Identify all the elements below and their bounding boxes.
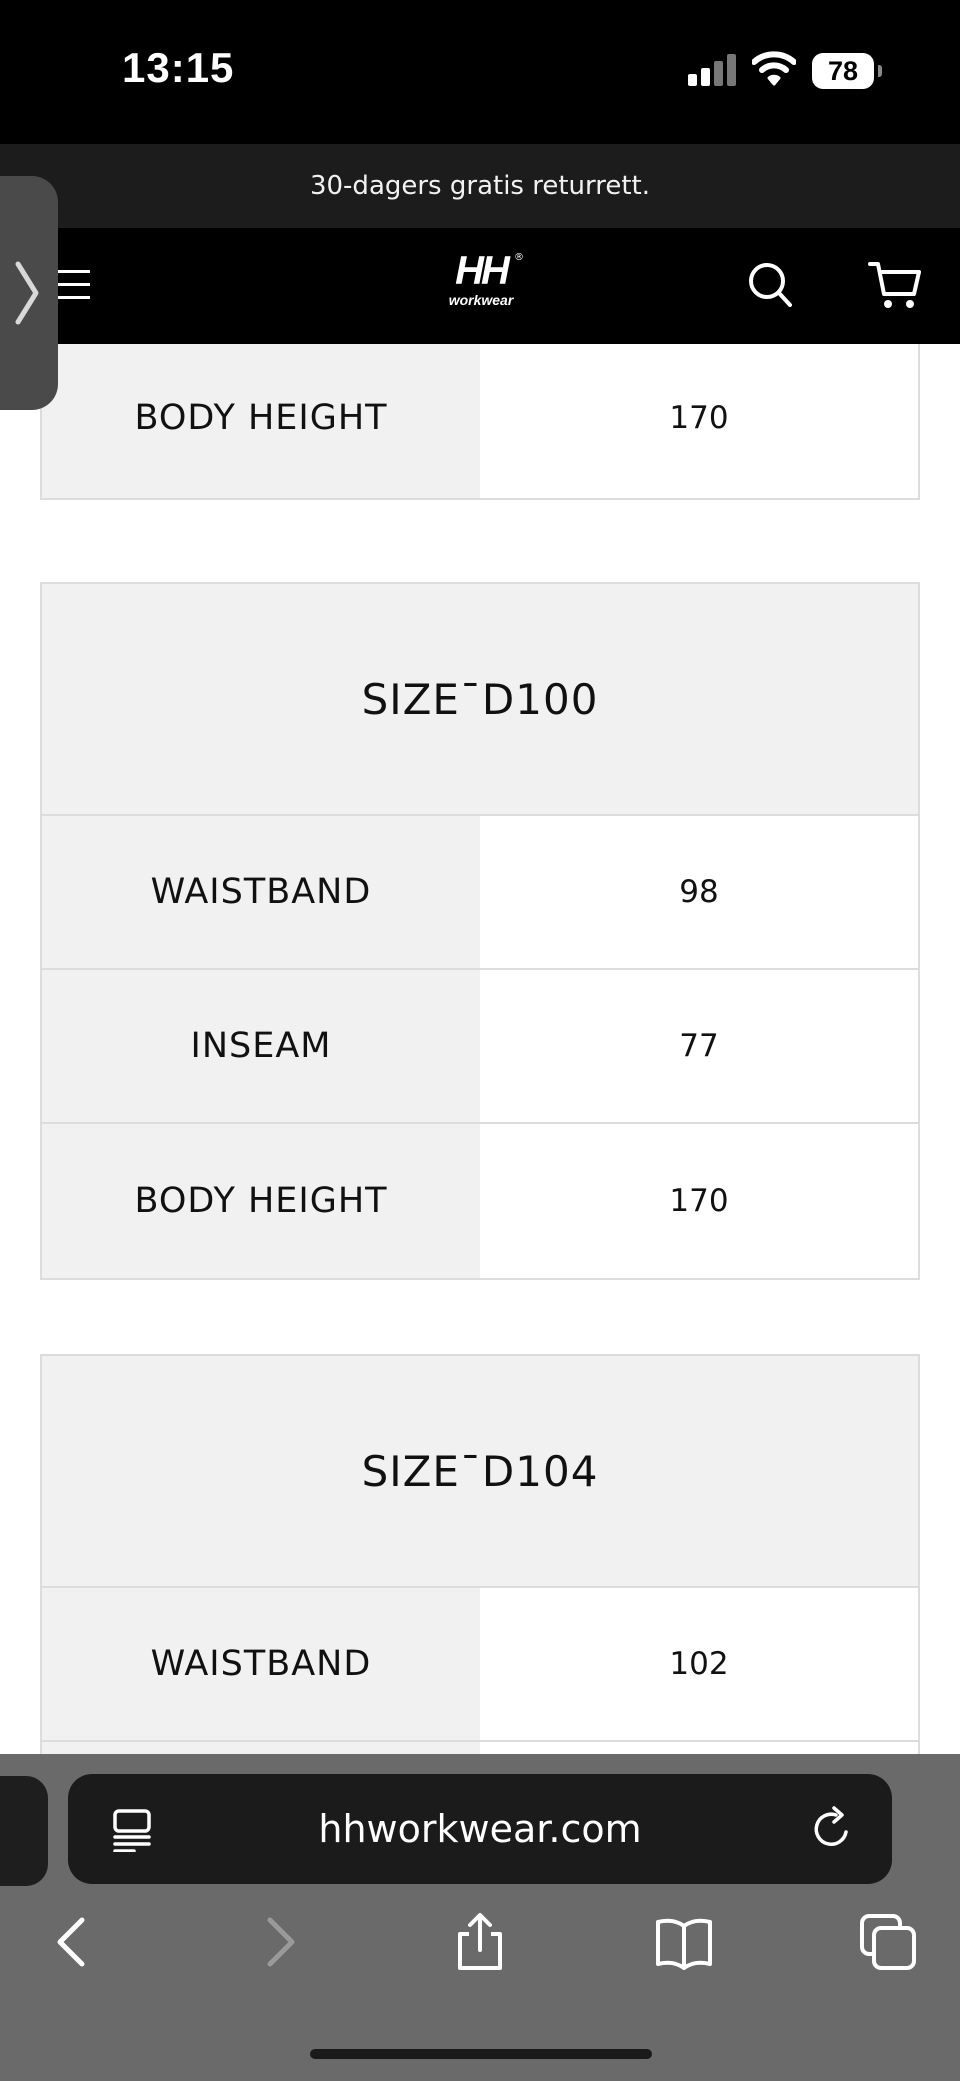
row-label: INSEAM (42, 970, 480, 1122)
row-label: WAISTBAND (42, 1588, 480, 1740)
home-indicator[interactable] (310, 2049, 652, 2059)
chevron-right-icon (15, 261, 39, 325)
status-time: 13:15 (122, 44, 235, 91)
site-header: HH workwear ® (0, 228, 960, 344)
row-value: 102 (480, 1588, 918, 1740)
browser-toolbar: hhworkwear.com (0, 1754, 960, 2081)
side-drawer-handle[interactable] (0, 176, 58, 410)
row-value: 98 (480, 816, 918, 968)
status-bar: 13:15 78 (0, 0, 960, 144)
size-title: SIZE¯D104 (42, 1356, 918, 1588)
row-label: BODY HEIGHT (42, 1124, 480, 1278)
table-row (42, 1742, 918, 1754)
table-row: WAISTBAND 98 (42, 816, 918, 970)
tabs-icon[interactable] (858, 1912, 918, 1972)
row-value: 77 (480, 970, 918, 1122)
battery-icon: 78 (812, 53, 882, 89)
hamburger-menu-icon[interactable] (56, 270, 90, 300)
shopping-cart-icon[interactable] (868, 260, 922, 310)
wifi-icon (752, 51, 796, 86)
previous-tab-preview[interactable] (0, 1776, 48, 1886)
forward-icon[interactable] (250, 1912, 310, 1972)
search-icon[interactable] (748, 262, 792, 308)
row-label (42, 1742, 480, 1754)
logo-registered-mark: ® (514, 252, 524, 263)
page-menu-icon[interactable] (112, 1808, 152, 1852)
table-row: BODY HEIGHT 170 (42, 1124, 918, 1278)
table-row: WAISTBAND 102 (42, 1588, 918, 1742)
share-icon[interactable] (450, 1912, 510, 1972)
logo-text: HH (455, 249, 510, 293)
promo-banner[interactable]: 30-dagers gratis returrett. (0, 144, 960, 228)
table-row: BODY HEIGHT 170 (42, 344, 918, 498)
table-row: INSEAM 77 (42, 970, 918, 1124)
size-chart-content: BODY HEIGHT 170 SIZE¯D100 WAISTBAND 98 I… (0, 344, 960, 1754)
row-value: 170 (480, 344, 918, 498)
address-bar[interactable]: hhworkwear.com (68, 1774, 892, 1884)
url-text[interactable]: hhworkwear.com (68, 1774, 892, 1884)
size-table: BODY HEIGHT 170 (40, 344, 920, 500)
bookmarks-icon[interactable] (654, 1912, 714, 1972)
reload-icon[interactable] (810, 1806, 854, 1852)
back-icon[interactable] (42, 1912, 102, 1972)
hh-workwear-logo[interactable]: HH workwear ® (436, 250, 526, 320)
row-label: BODY HEIGHT (42, 344, 480, 498)
size-table: SIZE¯D104 WAISTBAND 102 (40, 1354, 920, 1754)
row-value: 170 (480, 1124, 918, 1278)
logo-subtext: workwear (448, 292, 514, 308)
row-value (480, 1742, 918, 1754)
cellular-signal-icon (688, 52, 738, 86)
row-label: WAISTBAND (42, 816, 480, 968)
size-table: SIZE¯D100 WAISTBAND 98 INSEAM 77 BODY HE… (40, 582, 920, 1280)
size-title: SIZE¯D100 (42, 584, 918, 816)
